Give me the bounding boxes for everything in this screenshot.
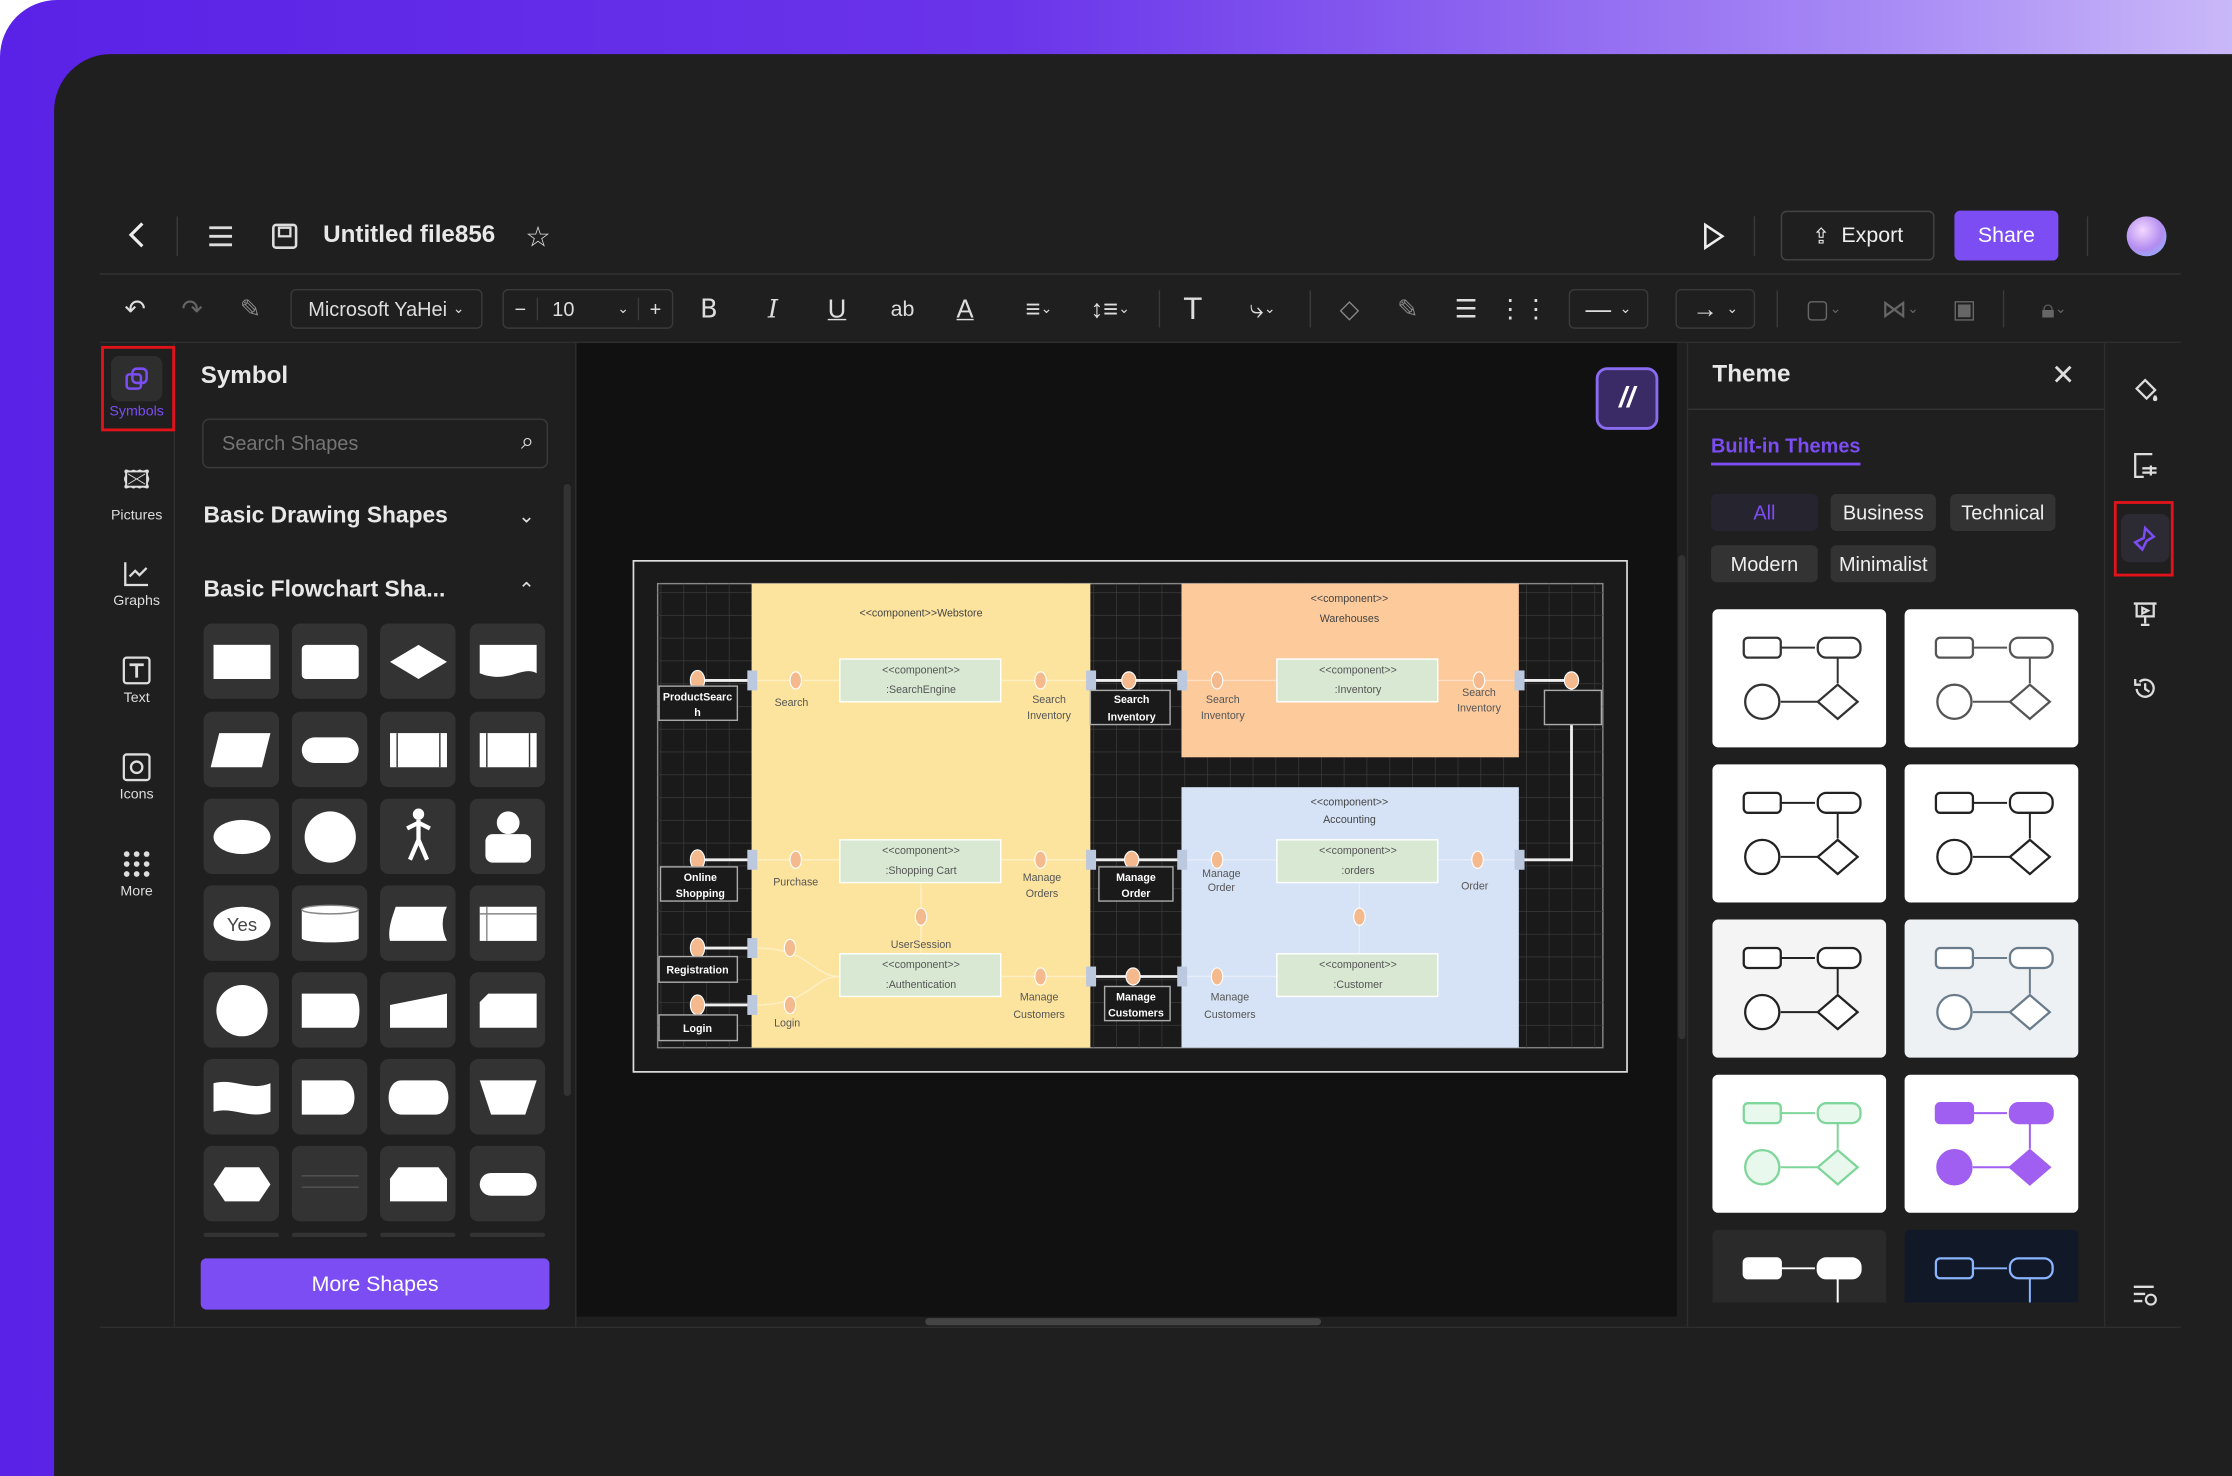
warehouses-title: Warehouses	[1320, 613, 1379, 625]
theme-preview	[1934, 791, 2054, 876]
component-name: :Inventory	[1335, 684, 1382, 696]
theme-card[interactable]	[1712, 764, 1887, 903]
filter-business[interactable]: Business	[1830, 493, 1936, 531]
svg-text:Customers: Customers	[1108, 1007, 1164, 1019]
canvas-horizontal-scrollbar[interactable]	[925, 1318, 1321, 1326]
svg-text:<<component>>: <<component>>	[1311, 797, 1389, 809]
svg-text:Inventory: Inventory	[1457, 703, 1502, 715]
theme-grid	[1688, 598, 2104, 1303]
svg-text:Search: Search	[1114, 694, 1150, 706]
theme-card[interactable]	[1712, 1229, 1887, 1303]
theme-panel-title: Theme	[1712, 360, 1791, 388]
theme-card[interactable]	[1712, 919, 1887, 1058]
svg-text:Shopping: Shopping	[676, 888, 725, 900]
fill-bucket-icon[interactable]	[2121, 366, 2169, 414]
tab-built-in-themes[interactable]: Built-in Themes	[1711, 434, 1861, 466]
svg-text:Login: Login	[683, 1023, 712, 1035]
component-stereo: <<component>>	[882, 845, 960, 857]
svg-text:Customers: Customers	[1013, 1009, 1065, 1021]
svg-text:Inventory: Inventory	[1108, 711, 1156, 723]
presentation-icon[interactable]	[2121, 589, 2169, 637]
svg-text:Order: Order	[1461, 881, 1489, 893]
component-stereo: <<component>>	[1319, 845, 1397, 857]
component-name: :Shopping Cart	[885, 865, 956, 877]
component-name: :Customer	[1333, 979, 1383, 991]
svg-text:Manage: Manage	[1116, 872, 1156, 884]
component-stereo: <<component>>	[1319, 959, 1397, 971]
filter-modern[interactable]: Modern	[1711, 545, 1818, 583]
svg-text:Manage: Manage	[1023, 872, 1062, 884]
component-stereo: <<component>>	[882, 664, 960, 676]
svg-text:Manage: Manage	[1020, 992, 1059, 1004]
component-name: :orders	[1341, 865, 1374, 877]
theme-card[interactable]	[1712, 609, 1887, 748]
screen: Untitled file856 ☆ ⇪ Export Share ↶ ↷ ✎ M…	[0, 0, 2232, 1476]
theme-preview	[1934, 1257, 2054, 1303]
svg-text:Inventory: Inventory	[1027, 710, 1072, 722]
svg-text:Search: Search	[1462, 687, 1496, 699]
history-icon[interactable]	[2121, 665, 2169, 713]
theme-preview	[1742, 1102, 1862, 1186]
component-name: :Authentication	[886, 979, 957, 991]
filter-minimalist[interactable]: Minimalist	[1830, 545, 1936, 583]
svg-text:Manage: Manage	[1202, 868, 1241, 880]
webstore-title: <<component>>Webstore	[859, 607, 982, 619]
svg-text:Purchase: Purchase	[773, 876, 818, 888]
theme-preview	[1742, 946, 1862, 1031]
theme-brush-icon[interactable]	[2120, 513, 2170, 563]
theme-preview	[1742, 1257, 1862, 1303]
svg-text:Orders: Orders	[1026, 888, 1059, 900]
svg-text:Search: Search	[1206, 694, 1240, 706]
svg-text:Search: Search	[775, 697, 809, 709]
theme-preview	[1934, 636, 2054, 721]
svg-text:<<component>>: <<component>>	[1311, 593, 1389, 605]
svg-text:Login: Login	[774, 1017, 800, 1029]
theme-card[interactable]	[1904, 764, 2079, 903]
panel-settings-icon[interactable]	[2121, 1271, 2169, 1319]
svg-text:UserSession: UserSession	[891, 939, 951, 951]
theme-card[interactable]	[1904, 609, 2079, 748]
svg-text:Manage: Manage	[1549, 696, 1588, 708]
component-stereo: <<component>>	[1319, 664, 1397, 676]
theme-preview	[1934, 946, 2054, 1031]
accounting-title: Accounting	[1323, 814, 1376, 826]
theme-card[interactable]	[1904, 1074, 2079, 1213]
svg-text:ProductSearc: ProductSearc	[663, 691, 732, 703]
filter-technical[interactable]: Technical	[1950, 493, 2056, 531]
theme-preview	[1742, 636, 1862, 721]
component-name: :SearchEngine	[886, 684, 956, 696]
svg-text:Order: Order	[1208, 882, 1236, 894]
svg-text:Customers: Customers	[1204, 1009, 1256, 1021]
theme-preview	[1742, 791, 1862, 876]
svg-text:Manage: Manage	[1116, 992, 1156, 1004]
canvas-vertical-scrollbar[interactable]	[1678, 555, 1686, 1040]
svg-text:Search: Search	[1032, 694, 1066, 706]
svg-text:Manage: Manage	[1211, 992, 1250, 1004]
theme-card[interactable]	[1904, 1229, 2079, 1303]
theme-preview	[1934, 1102, 2054, 1186]
svg-text:h: h	[694, 707, 701, 719]
page-settings-icon[interactable]	[2121, 441, 2169, 489]
theme-card[interactable]	[1712, 1074, 1887, 1213]
svg-text:Inven: Inven	[1556, 711, 1582, 723]
component-stereo: <<component>>	[882, 959, 960, 971]
close-icon[interactable]: ✕	[2051, 357, 2075, 393]
svg-text:Online: Online	[684, 872, 717, 884]
theme-card[interactable]	[1904, 919, 2079, 1058]
svg-text:Order: Order	[1121, 888, 1150, 900]
svg-text:Registration: Registration	[666, 965, 728, 977]
filter-all[interactable]: All	[1711, 493, 1818, 531]
svg-text:Inventory: Inventory	[1201, 710, 1246, 722]
